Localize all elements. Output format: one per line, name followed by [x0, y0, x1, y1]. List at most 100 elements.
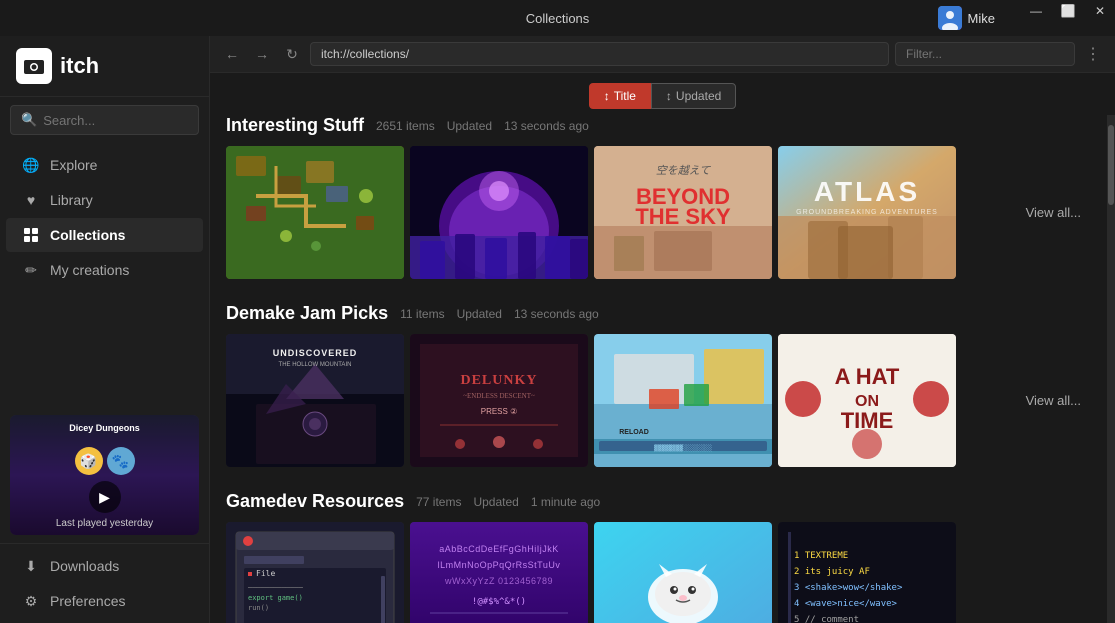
sidebar-item-collections[interactable]: Collections	[6, 218, 203, 252]
sidebar-item-downloads[interactable]: ⬇ Downloads	[6, 549, 203, 583]
svg-text:ATLAS: ATLAS	[814, 176, 920, 207]
close-button[interactable]: ✕	[1085, 0, 1115, 22]
collection-name: Interesting Stuff	[226, 115, 364, 136]
svg-text:export game(): export game()	[248, 594, 303, 602]
scrollbar-thumb[interactable]	[1108, 125, 1114, 205]
sort-updated-icon: ↕	[666, 89, 672, 103]
maximize-button[interactable]: ⬜	[1053, 0, 1083, 22]
collection-header: Interesting Stuff 2651 items Updated 13 …	[226, 115, 1091, 136]
sort-title-button[interactable]: ↕ Title	[589, 83, 651, 109]
svg-text:THE SKY: THE SKY	[635, 204, 731, 229]
svg-text:▓▓▓▓▓▓▓▓░░░░░░░░: ▓▓▓▓▓▓▓▓░░░░░░░░	[654, 444, 712, 452]
collection-items: 11 items	[400, 307, 444, 321]
search-icon: 🔍	[21, 112, 37, 128]
svg-text:run(): run()	[248, 604, 269, 612]
search-input[interactable]	[43, 113, 188, 128]
filter-input[interactable]	[895, 42, 1075, 66]
sidebar-item-preferences[interactable]: ⚙ Preferences	[6, 584, 203, 618]
collection-updated-ago: 1 minute ago	[531, 495, 600, 509]
sidebar-item-my-creations[interactable]: ✏ My creations	[6, 253, 203, 287]
sort-title-icon: ↕	[604, 89, 610, 103]
recently-played-card[interactable]: Dicey Dungeons 🎲 🐾 ▶ Last played yesterd…	[10, 415, 199, 535]
last-played-label: Last played yesterday	[10, 518, 199, 529]
preferences-icon: ⚙	[22, 592, 40, 610]
svg-text:2 its juicy AF: 2 its juicy AF	[794, 567, 870, 577]
content-scroll[interactable]: Interesting Stuff 2651 items Updated 13 …	[210, 115, 1107, 623]
game-thumb[interactable]	[226, 146, 404, 279]
game-thumb[interactable]: File ───────────── export game() run()	[226, 522, 404, 623]
window-controls: — ⬜ ✕	[1021, 0, 1115, 22]
sidebar: itch 🔍 🌐 Explore ♥ Library	[0, 36, 210, 623]
game-thumb[interactable]: RELOAD ▓▓▓▓▓▓▓▓░░░░░░░░	[594, 334, 772, 467]
svg-text:~ENDLESS DESCENT~: ~ENDLESS DESCENT~	[463, 392, 535, 400]
menu-button[interactable]: ⋮	[1081, 42, 1105, 66]
game-thumbnails: File ───────────── export game() run()	[226, 522, 1008, 623]
game-thumb[interactable]: DELUNKY ~ENDLESS DESCENT~ PRESS ②	[410, 334, 588, 467]
sidebar-bottom: ⬇ Downloads ⚙ Preferences	[0, 543, 209, 623]
svg-text:UNDISCOVERED: UNDISCOVERED	[273, 348, 358, 358]
game-thumb[interactable]: UNDISCOVERED THE HOLLOW MOUNTAIN	[226, 334, 404, 467]
game-thumb[interactable]: ATLAS GROUNDBREAKING ADVENTURES	[778, 146, 956, 279]
game-thumb[interactable]: aAbBcCdDeEfFgGhHiIjJkK lLmMnNoOpPqQrRsSt…	[410, 522, 588, 623]
collection-section: Demake Jam Picks 11 items Updated 13 sec…	[226, 303, 1091, 467]
collection-header: Demake Jam Picks 11 items Updated 13 sec…	[226, 303, 1091, 324]
svg-text:5 // comment: 5 // comment	[794, 615, 859, 623]
svg-text:aAbBcCdDeEfFgGhHiIjJkK: aAbBcCdDeEfFgGhHiIjJkK	[439, 544, 559, 554]
svg-text:THE HOLLOW MOUNTAIN: THE HOLLOW MOUNTAIN	[279, 362, 352, 368]
url-bar[interactable]	[310, 42, 889, 66]
collection-updated-ago: 13 seconds ago	[504, 119, 589, 133]
game-thumb[interactable]: 空を越えて BEYOND THE SKY	[594, 146, 772, 279]
game-thumb[interactable]	[594, 522, 772, 623]
collection-section: Gamedev Resources 77 items Updated 1 min…	[226, 491, 1091, 623]
svg-text:PRESS ②: PRESS ②	[481, 407, 518, 416]
sidebar-item-label: Explore	[50, 157, 97, 173]
minimize-button[interactable]: —	[1021, 0, 1051, 22]
scrollbar-track[interactable]	[1107, 115, 1115, 623]
avatar	[938, 6, 962, 30]
view-all-button[interactable]: View all...	[1016, 393, 1091, 408]
app-body: itch 🔍 🌐 Explore ♥ Library	[0, 36, 1115, 623]
explore-icon: 🌐	[22, 156, 40, 174]
game-thumb[interactable]: 1 TEXTREME 2 its juicy AF 3 <shake>wow</…	[778, 522, 956, 623]
sidebar-nav: 🌐 Explore ♥ Library Collections	[0, 143, 209, 407]
library-icon: ♥	[22, 191, 40, 209]
collection-items: 2651 items	[376, 119, 435, 133]
sidebar-item-label: Library	[50, 192, 93, 208]
sidebar-item-explore[interactable]: 🌐 Explore	[6, 148, 203, 182]
collection-name: Gamedev Resources	[226, 491, 404, 512]
svg-text:DELUNKY: DELUNKY	[460, 373, 537, 388]
game-thumb[interactable]	[410, 146, 588, 279]
refresh-button[interactable]: ↻	[280, 42, 304, 66]
game-thumb[interactable]: A HAT ON TIME	[778, 334, 956, 467]
search-bar[interactable]: 🔍	[10, 105, 199, 135]
svg-text:lLmMnNoOpPqQrRsStTuUv: lLmMnNoOpPqQrRsStTuUv	[438, 560, 561, 570]
sort-updated-button[interactable]: ↕ Updated	[651, 83, 736, 109]
svg-text:!@#$%^&*(): !@#$%^&*()	[472, 597, 526, 607]
svg-text:wWxXyYzZ 0123456789: wWxXyYzZ 0123456789	[444, 576, 553, 586]
svg-text:─────────────: ─────────────	[247, 584, 304, 592]
user-area: Mike	[938, 6, 995, 30]
collection-grid: File ───────────── export game() run()	[226, 522, 1091, 623]
svg-text:4 <wave>nice</wave>: 4 <wave>nice</wave>	[794, 599, 898, 609]
sidebar-item-label: Collections	[50, 227, 125, 243]
play-button[interactable]: ▶	[89, 481, 121, 513]
sidebar-item-library[interactable]: ♥ Library	[6, 183, 203, 217]
sort-title-label: Title	[614, 89, 636, 103]
collection-updated-label: Updated	[457, 307, 502, 321]
collection-section: Interesting Stuff 2651 items Updated 13 …	[226, 115, 1091, 279]
titlebar: Collections Mike — ⬜ ✕	[0, 0, 1115, 36]
collection-updated-label: Updated	[447, 119, 492, 133]
view-all-button[interactable]: View all...	[1016, 205, 1091, 220]
recently-played-title: Dicey Dungeons	[69, 423, 140, 433]
back-button[interactable]: ←	[220, 42, 244, 66]
collection-updated-ago: 13 seconds ago	[514, 307, 599, 321]
my-creations-icon: ✏	[22, 261, 40, 279]
collection-grid: 空を越えて BEYOND THE SKY	[226, 146, 1091, 279]
main-content: ← → ↻ ⋮ ↕ Title ↕ Updated I	[210, 36, 1115, 623]
svg-text:1 TEXTREME: 1 TEXTREME	[794, 551, 848, 561]
logo-text: itch	[60, 53, 99, 79]
sidebar-item-label: Preferences	[50, 593, 125, 609]
nav-bar: ← → ↻ ⋮	[210, 36, 1115, 73]
forward-button[interactable]: →	[250, 42, 274, 66]
app-logo[interactable]: itch	[0, 36, 209, 97]
